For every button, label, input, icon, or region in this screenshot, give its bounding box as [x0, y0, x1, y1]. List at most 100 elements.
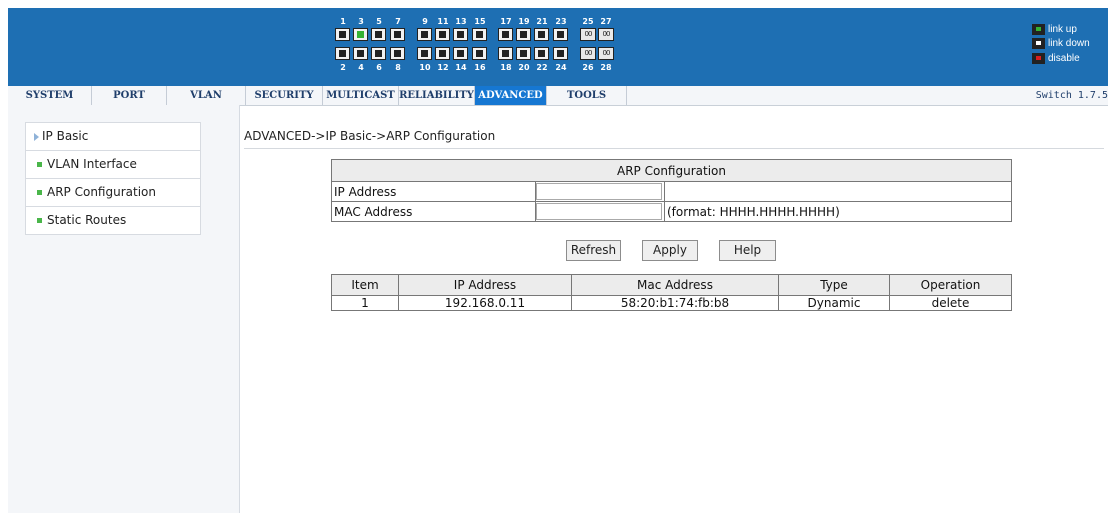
ethernet-port-icon-16[interactable]	[472, 47, 487, 60]
ethernet-port-icon-23[interactable]	[553, 28, 568, 41]
bullet-icon	[37, 218, 42, 223]
port-number-26: 26	[582, 63, 594, 72]
port-number-14: 14	[455, 63, 467, 72]
tab-system[interactable]: SYSTEM	[8, 86, 92, 105]
port-number-15: 15	[474, 17, 486, 26]
sidebar-item-ip-basic[interactable]: IP Basic	[25, 122, 201, 151]
delete-link[interactable]: delete	[889, 295, 1012, 311]
column-header-type: Type	[778, 274, 890, 296]
legend-link-down: link down	[1032, 38, 1090, 50]
ethernet-port-icon-19[interactable]	[516, 28, 531, 41]
port-number-16: 16	[474, 63, 486, 72]
sidebar-item-label: IP Basic	[42, 129, 89, 143]
ip-address-cell: 192.168.0.11	[398, 295, 572, 311]
tab-reliability[interactable]: RELIABILITY	[399, 86, 475, 105]
bullet-icon	[37, 162, 42, 167]
form-title: ARP Configuration	[331, 159, 1012, 182]
ethernet-port-icon-20[interactable]	[516, 47, 531, 60]
ethernet-port-icon-24[interactable]	[553, 47, 568, 60]
sfp-port-icon-25[interactable]: 00	[580, 28, 596, 41]
sfp-port-icon-27[interactable]: 00	[598, 28, 614, 41]
ethernet-port-icon-1[interactable]	[335, 28, 350, 41]
sidebar-item-label: Static Routes	[47, 213, 127, 227]
mac-address-input[interactable]	[536, 203, 662, 220]
bullet-icon	[37, 190, 42, 195]
sidebar-item-vlan-interface[interactable]: VLAN Interface	[25, 150, 201, 179]
ethernet-port-icon-5[interactable]	[371, 28, 386, 41]
sidebar-item-label: VLAN Interface	[47, 157, 137, 171]
ethernet-port-icon-7[interactable]	[390, 28, 405, 41]
sidebar-item-static-routes[interactable]: Static Routes	[25, 206, 201, 235]
version-label: Switch 1.7.5	[1035, 90, 1108, 101]
tab-advanced[interactable]: ADVANCED	[475, 86, 547, 105]
port-number-5: 5	[376, 17, 382, 26]
ethernet-port-icon-12[interactable]	[435, 47, 450, 60]
port-number-17: 17	[500, 17, 512, 26]
empty-cell	[664, 181, 1012, 202]
ip-address-input[interactable]	[536, 183, 662, 200]
port-number-1: 1	[340, 17, 346, 26]
ethernet-port-icon-8[interactable]	[390, 47, 405, 60]
mac-format-hint: (format: HHHH.HHHH.HHHH)	[664, 201, 1012, 222]
port-number-11: 11	[437, 17, 449, 26]
ethernet-port-icon-10[interactable]	[417, 47, 432, 60]
tab-multicast[interactable]: MULTICAST	[323, 86, 399, 105]
port-number-6: 6	[376, 63, 382, 72]
port-number-21: 21	[536, 17, 548, 26]
sfp-port-icon-28[interactable]: 00	[598, 47, 614, 60]
type-cell: Dynamic	[778, 295, 890, 311]
sidebar-item-arp-configuration[interactable]: ARP Configuration	[25, 178, 201, 207]
ethernet-port-icon-17[interactable]	[498, 28, 513, 41]
column-header-item: Item	[331, 274, 399, 296]
column-header-ip-address: IP Address	[398, 274, 572, 296]
port-number-27: 27	[600, 17, 612, 26]
port-number-24: 24	[555, 63, 567, 72]
disable-icon	[1032, 53, 1045, 64]
ethernet-port-icon-2[interactable]	[335, 47, 350, 60]
tab-security[interactable]: SECURITY	[246, 86, 323, 105]
port-number-23: 23	[555, 17, 567, 26]
legend-disable: disable	[1032, 53, 1080, 65]
refresh-button[interactable]: Refresh	[566, 240, 621, 261]
port-number-18: 18	[500, 63, 512, 72]
help-button[interactable]: Help	[719, 240, 776, 261]
port-status-banner: 1 2 3 4 5 6 7 8 9 10 11 12 13 14 15 16 17 18 19 20 21 22 23 24 2…	[8, 8, 1108, 86]
arp-configuration-form: ARP Configuration IP Address MAC Address…	[331, 159, 1012, 222]
port-number-22: 22	[536, 63, 548, 72]
port-number-10: 10	[419, 63, 431, 72]
port-number-8: 8	[395, 63, 401, 72]
ethernet-port-icon-9[interactable]	[417, 28, 432, 41]
ethernet-port-icon-3[interactable]	[353, 28, 368, 41]
ethernet-port-icon-18[interactable]	[498, 47, 513, 60]
ethernet-port-icon-22[interactable]	[534, 47, 549, 60]
legend-link-up: link up	[1032, 24, 1077, 36]
port-number-19: 19	[518, 17, 530, 26]
port-number-3: 3	[358, 17, 364, 26]
ethernet-port-icon-21[interactable]	[534, 28, 549, 41]
port-number-20: 20	[518, 63, 530, 72]
port-number-12: 12	[437, 63, 449, 72]
mac-address-cell	[535, 201, 665, 222]
tab-vlan[interactable]: VLAN	[167, 86, 246, 105]
ethernet-port-icon-14[interactable]	[453, 47, 468, 60]
ethernet-port-icon-6[interactable]	[371, 47, 386, 60]
sfp-port-icon-26[interactable]: 00	[580, 47, 596, 60]
port-number-7: 7	[395, 17, 401, 26]
apply-button[interactable]: Apply	[642, 240, 698, 261]
triangle-right-icon	[34, 133, 39, 141]
tab-tools[interactable]: TOOLS	[547, 86, 627, 105]
link-down-icon	[1032, 38, 1045, 49]
sidebar: IP Basic VLAN Interface ARP Configuratio…	[8, 105, 240, 513]
ip-address-cell	[535, 181, 665, 202]
item-link[interactable]: 1	[331, 295, 399, 311]
port-number-4: 4	[358, 63, 364, 72]
ethernet-port-icon-15[interactable]	[472, 28, 487, 41]
port-number-2: 2	[340, 63, 346, 72]
ethernet-port-icon-11[interactable]	[435, 28, 450, 41]
mac-address-cell: 58:20:b1:74:fb:b8	[571, 295, 779, 311]
page: 1 2 3 4 5 6 7 8 9 10 11 12 13 14 15 16 17 18 19 20 21 22 23 24 2…	[8, 8, 1108, 513]
ethernet-port-icon-13[interactable]	[453, 28, 468, 41]
column-header-operation: Operation	[889, 274, 1012, 296]
tab-port[interactable]: PORT	[92, 86, 167, 105]
ethernet-port-icon-4[interactable]	[353, 47, 368, 60]
